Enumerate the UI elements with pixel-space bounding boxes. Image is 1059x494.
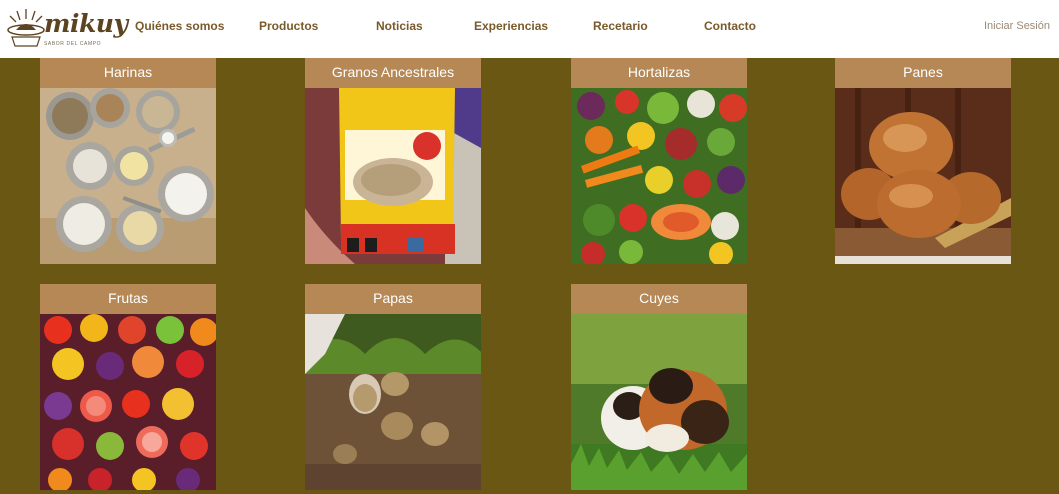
category-title: Panes: [835, 58, 1011, 88]
vegetables-photo: [571, 88, 747, 264]
category-title: Harinas: [40, 58, 216, 88]
nav-link-contacto[interactable]: Contacto: [704, 19, 756, 33]
category-grid: Harinas Granos Ancestrales Hortalizas Pa…: [0, 58, 1059, 494]
nav-link-productos[interactable]: Productos: [259, 19, 318, 33]
category-card-harinas[interactable]: Harinas: [40, 58, 216, 264]
category-card-granos-ancestrales[interactable]: Granos Ancestrales: [305, 58, 481, 264]
login-link[interactable]: Iniciar Sesión: [984, 20, 1050, 32]
bread-rolls-photo: [835, 88, 1011, 264]
potatoes-photo: [305, 314, 481, 490]
category-card-papas[interactable]: Papas: [305, 284, 481, 490]
category-title: Papas: [305, 284, 481, 314]
category-title: Granos Ancestrales: [305, 58, 481, 88]
farm-hat-logo-icon: [7, 9, 45, 47]
category-card-panes[interactable]: Panes: [835, 58, 1011, 264]
nav-link-experiencias[interactable]: Experiencias: [474, 19, 548, 33]
category-title: Cuyes: [571, 284, 747, 314]
brand-logo[interactable]: mikuy SABOR DEL CAMPO: [6, 5, 128, 53]
brand-tagline: SABOR DEL CAMPO: [44, 41, 102, 47]
category-title: Hortalizas: [571, 58, 747, 88]
flours-photo: [40, 88, 216, 264]
category-title: Frutas: [40, 284, 216, 314]
category-card-frutas[interactable]: Frutas: [40, 284, 216, 490]
ancestral-grains-package-photo: [305, 88, 481, 264]
nav-link-recetario[interactable]: Recetario: [593, 19, 648, 33]
guinea-pigs-photo: [571, 314, 747, 490]
top-navbar: mikuy SABOR DEL CAMPO Quiénes somos Prod…: [0, 0, 1059, 58]
category-card-cuyes[interactable]: Cuyes: [571, 284, 747, 490]
fruits-photo: [40, 314, 216, 490]
nav-link-quienes-somos[interactable]: Quiénes somos: [135, 19, 224, 33]
nav-link-noticias[interactable]: Noticias: [376, 19, 423, 33]
brand-name: mikuy: [44, 9, 128, 38]
category-card-hortalizas[interactable]: Hortalizas: [571, 58, 747, 264]
